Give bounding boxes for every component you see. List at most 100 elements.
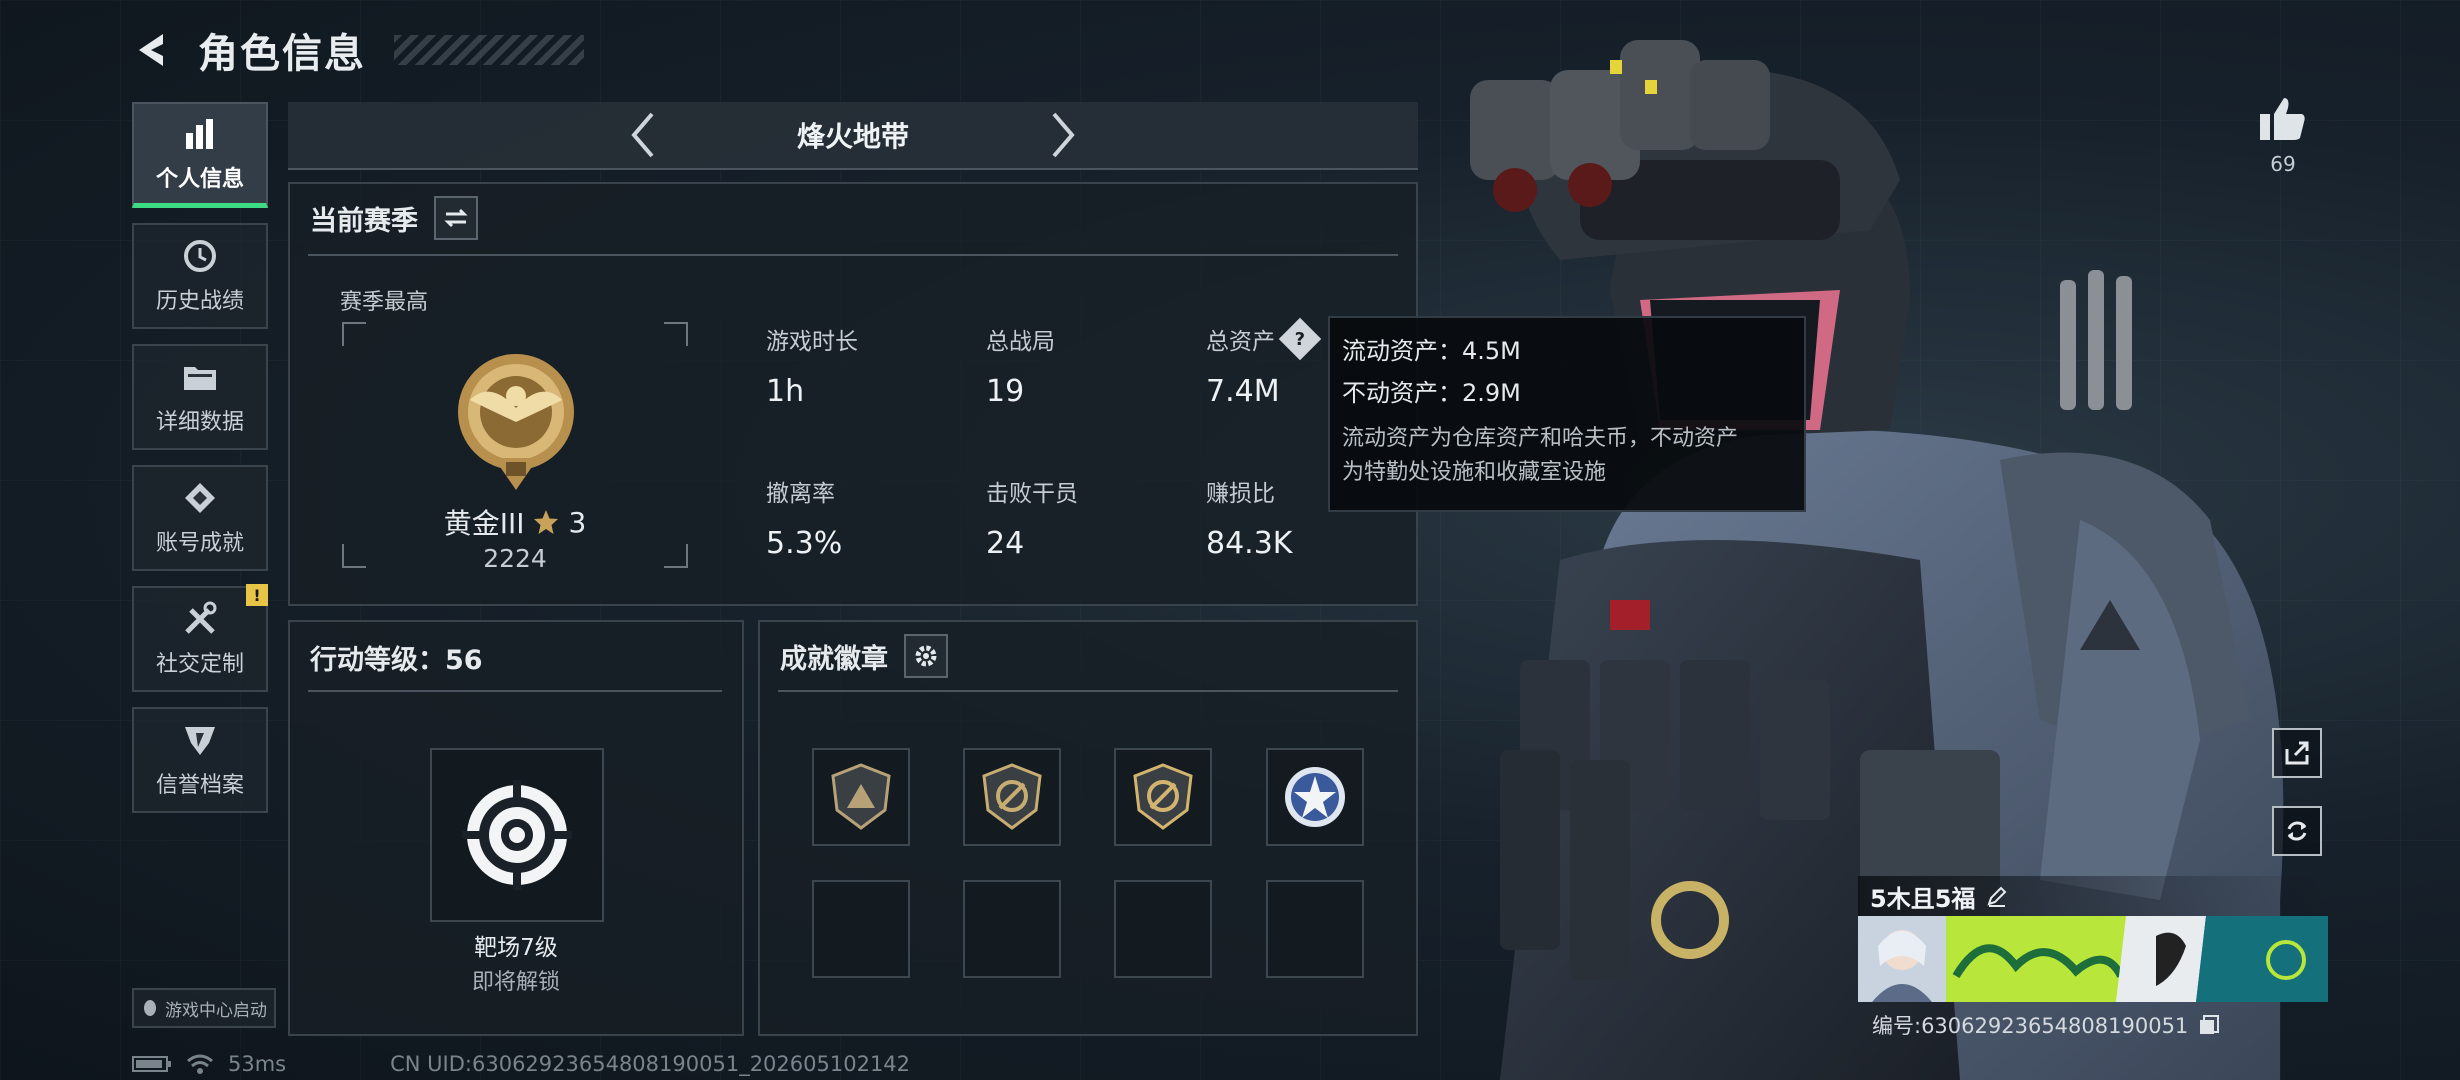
badge-slot[interactable] bbox=[1266, 748, 1364, 846]
season-panel: 当前赛季 赛季最高 黄金III 3 2224 游戏时长 1h 总战局 19 总资… bbox=[288, 182, 1418, 606]
mode-selector: 烽火地带 bbox=[288, 102, 1418, 170]
sidebar-item-personal-info[interactable]: 个人信息 bbox=[132, 102, 268, 208]
player-card: 5木且5福 编号:6306292365480819​0051 bbox=[1858, 876, 2328, 1040]
swap-icon bbox=[444, 208, 468, 228]
refresh-icon bbox=[2287, 821, 2307, 841]
ping-value: 53ms bbox=[228, 1052, 287, 1076]
sidebar: 个人信息 历史战绩 详细数据 账号成就 社交定制 ! 信誉档案 bbox=[132, 102, 270, 828]
stat-total-matches: 总战局 19 bbox=[986, 322, 1055, 409]
header: 角色信息 bbox=[130, 18, 584, 82]
sidebar-item-label: 信誉档案 bbox=[155, 773, 244, 798]
gold-rank-medal-icon bbox=[458, 354, 574, 490]
stat-total-assets: 总资产? 7.4M bbox=[1206, 317, 1322, 409]
prev-mode-button[interactable] bbox=[613, 105, 673, 165]
shield-badge-icon bbox=[982, 763, 1042, 830]
shield-badge-icon bbox=[831, 763, 891, 830]
edit-icon[interactable] bbox=[1985, 884, 2009, 908]
player-banner[interactable] bbox=[1858, 916, 2328, 1002]
back-arrow-icon[interactable] bbox=[130, 27, 176, 73]
level-item-name: 靶场7级 bbox=[474, 935, 558, 961]
sidebar-item-achievements[interactable]: 账号成就 bbox=[132, 465, 268, 571]
stat-value: 24 bbox=[986, 526, 1025, 561]
sidebar-item-credit-record[interactable]: 信誉档案 bbox=[132, 707, 268, 813]
badge-slot[interactable] bbox=[812, 748, 910, 846]
stat-label: 撤离率 bbox=[766, 481, 835, 507]
rank-score: 2224 bbox=[483, 544, 547, 573]
warning-badge: ! bbox=[246, 584, 268, 606]
badge-slot[interactable] bbox=[963, 748, 1061, 846]
game-center-label: 游戏中心启动 bbox=[165, 1000, 267, 1021]
rank-name-row: 黄金III 3 bbox=[342, 502, 688, 542]
rank-frame: 黄金III 3 2224 bbox=[342, 322, 688, 573]
stat-value: 19 bbox=[986, 374, 1025, 409]
achievement-icon bbox=[185, 483, 215, 513]
season-title: 当前赛季 bbox=[310, 205, 418, 237]
switch-season-button[interactable] bbox=[434, 196, 478, 240]
stat-label: 游戏时长 bbox=[766, 329, 858, 355]
player-name-row: 5木且5福 bbox=[1858, 876, 2328, 916]
stat-label: 总资产 bbox=[1206, 329, 1275, 355]
stat-operators-defeated: 击败干员 24 bbox=[986, 474, 1078, 561]
stat-value: 7.4M bbox=[1206, 374, 1280, 409]
like-count: 69 bbox=[2270, 152, 2296, 176]
next-mode-button[interactable] bbox=[1033, 105, 1093, 165]
page-title: 角色信息 bbox=[198, 31, 366, 77]
status-bar: 53ms CN UID:6306292365480819​0051_202605… bbox=[132, 1052, 910, 1076]
divider bbox=[308, 254, 1398, 256]
stat-profit-loss-ratio: 赚损比 84.3K bbox=[1206, 474, 1292, 561]
avatar bbox=[1858, 916, 1946, 1002]
share-icon bbox=[2285, 741, 2309, 765]
divider bbox=[778, 690, 1398, 692]
game-center-button[interactable]: 游戏中心启动 bbox=[132, 988, 276, 1028]
stat-extraction-rate: 撤离率 5.3% bbox=[766, 474, 842, 561]
badge-slot[interactable] bbox=[1114, 748, 1212, 846]
player-uid-row: 编号:6306292365480819​0051 bbox=[1858, 1010, 2328, 1040]
rotate-button[interactable] bbox=[2272, 806, 2322, 856]
star-icon bbox=[534, 510, 559, 534]
tooltip-liquid-assets: 流动资产：4.5M bbox=[1342, 337, 1521, 365]
share-button[interactable] bbox=[2272, 728, 2322, 778]
thumbs-up-icon bbox=[2260, 98, 2305, 140]
rank-stars: 3 bbox=[568, 505, 587, 539]
stat-value: 84.3K bbox=[1206, 526, 1293, 561]
assets-tooltip: 流动资产：4.5M 不动资产：2.9M 流动资产为仓库资产和哈夫币，不动资产 为… bbox=[1328, 316, 1806, 512]
sidebar-item-label: 历史战绩 bbox=[155, 289, 244, 314]
shield-badge-icon bbox=[1133, 763, 1193, 830]
sidebar-item-label: 账号成就 bbox=[155, 531, 244, 556]
player-uid: 编号:6306292365480819​0051 bbox=[1872, 1014, 2189, 1038]
stat-label: 赚损比 bbox=[1206, 481, 1275, 507]
player-name: 5木且5福 bbox=[1870, 884, 1976, 913]
tooltip-description-line-1: 流动资产为仓库资产和哈夫币，不动资产 bbox=[1342, 426, 1739, 451]
footer-uid: CN UID:6306292365480819​0051_20260510214… bbox=[390, 1052, 911, 1076]
chevron-right-icon bbox=[1052, 112, 1075, 158]
rank-name: 黄金III bbox=[443, 507, 525, 540]
tooltip-fixed-assets: 不动资产：2.9M bbox=[1342, 379, 1521, 407]
level-item-status: 即将解锁 bbox=[471, 970, 560, 995]
badge-slot-empty[interactable] bbox=[963, 880, 1061, 978]
history-icon bbox=[184, 240, 216, 272]
divider bbox=[308, 690, 722, 692]
copy-icon[interactable] bbox=[2198, 1014, 2220, 1036]
header-decoration bbox=[394, 35, 584, 65]
sidebar-item-detailed-data[interactable]: 详细数据 bbox=[132, 344, 268, 450]
gear-icon bbox=[915, 645, 937, 667]
help-icon[interactable]: ? bbox=[1278, 317, 1322, 361]
tooltip-description-line-2: 为特勤处设施和收藏室设施 bbox=[1342, 460, 1607, 485]
achievement-badges-panel: 成就徽章 bbox=[758, 620, 1418, 1036]
chevron-left-icon bbox=[631, 112, 654, 158]
badge-slot-empty[interactable] bbox=[812, 880, 910, 978]
like-button[interactable]: 69 bbox=[2258, 96, 2308, 176]
action-level-panel: 行动等级：56 靶场7级 即将解锁 bbox=[288, 620, 744, 1036]
level-reward-slot[interactable] bbox=[430, 748, 604, 922]
sidebar-item-label: 详细数据 bbox=[155, 410, 244, 435]
tools-icon bbox=[185, 601, 217, 634]
stat-play-time: 游戏时长 1h bbox=[766, 322, 858, 409]
stat-label: 击败干员 bbox=[986, 481, 1078, 507]
badge-slot-empty[interactable] bbox=[1114, 880, 1212, 978]
stat-value: 5.3% bbox=[766, 526, 843, 561]
badge-settings-button[interactable] bbox=[904, 634, 948, 678]
sidebar-item-history[interactable]: 历史战绩 bbox=[132, 223, 268, 329]
sidebar-item-social-custom[interactable]: 社交定制 ! bbox=[132, 584, 268, 692]
wifi-icon bbox=[187, 1054, 213, 1074]
badge-slot-empty[interactable] bbox=[1266, 880, 1364, 978]
